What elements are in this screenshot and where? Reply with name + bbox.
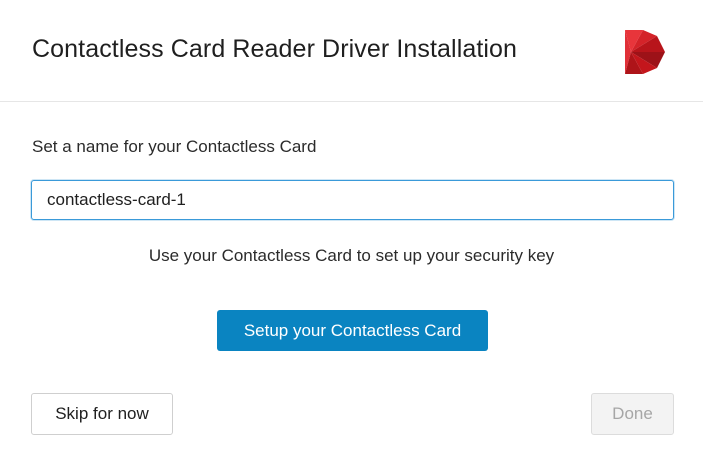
skip-button[interactable]: Skip for now: [31, 393, 173, 435]
dialog-header: Contactless Card Reader Driver Installat…: [0, 0, 703, 102]
name-field-label: Set a name for your Contactless Card: [32, 137, 317, 156]
setup-hint-text: Use your Contactless Card to set up your…: [148, 246, 555, 265]
installation-dialog: Contactless Card Reader Driver Installat…: [0, 0, 703, 463]
card-name-input[interactable]: [31, 180, 674, 220]
setup-card-button[interactable]: Setup your Contactless Card: [217, 310, 488, 351]
brand-d-logo-icon: [625, 30, 665, 74]
dialog-title: Contactless Card Reader Driver Installat…: [32, 35, 518, 63]
done-button[interactable]: Done: [591, 393, 674, 435]
